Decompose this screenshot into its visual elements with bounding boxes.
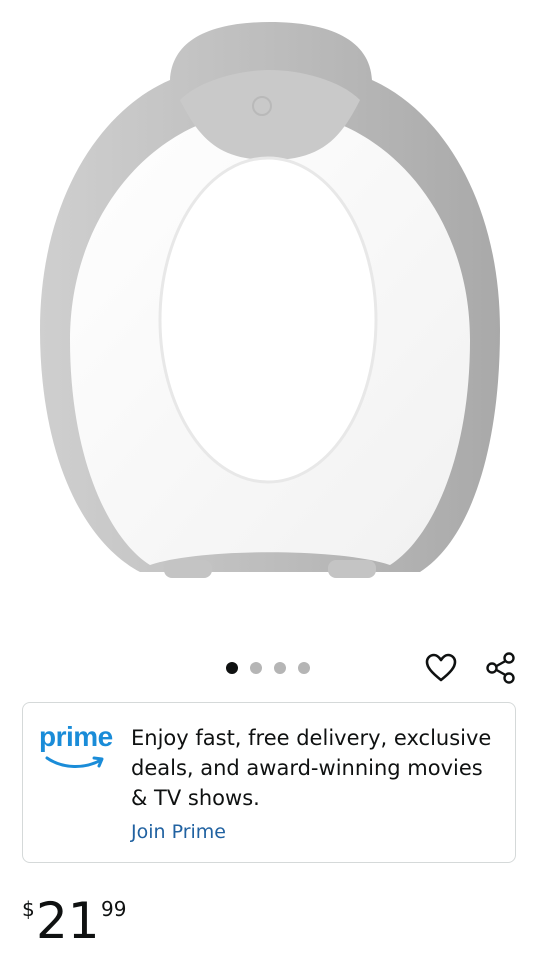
carousel-dot-4[interactable] bbox=[298, 662, 310, 674]
prime-description-line-2: deals, and award-winning movies bbox=[131, 756, 483, 780]
price-fraction: 99 bbox=[101, 897, 127, 921]
prime-description: Enjoy fast, free delivery, exclusive dea… bbox=[131, 723, 507, 813]
heart-outline-icon bbox=[425, 653, 457, 682]
price-currency-symbol: $ bbox=[22, 897, 35, 921]
wishlist-button[interactable] bbox=[421, 648, 461, 688]
carousel-dot-1[interactable] bbox=[226, 662, 238, 674]
product-image[interactable] bbox=[0, 0, 538, 640]
price-whole: 21 bbox=[36, 892, 100, 950]
carousel-dot-3[interactable] bbox=[274, 662, 286, 674]
share-icon bbox=[486, 652, 515, 684]
carousel-dot-2[interactable] bbox=[250, 662, 262, 674]
image-carousel-dots bbox=[226, 660, 310, 676]
prime-description-line-1: Enjoy fast, free delivery, exclusive bbox=[131, 726, 492, 750]
share-button[interactable] bbox=[481, 648, 521, 688]
prime-smile-icon bbox=[45, 756, 104, 768]
potty-seat-illustration bbox=[40, 22, 500, 578]
prime-description-line-3: & TV shows. bbox=[131, 786, 260, 810]
prime-logo-text: prime bbox=[39, 721, 113, 752]
join-prime-link[interactable]: Join Prime bbox=[131, 820, 226, 844]
prime-promo-card[interactable]: prime Enjoy fast, free delivery, exclusi… bbox=[22, 702, 516, 863]
prime-logo: prime bbox=[39, 721, 119, 773]
